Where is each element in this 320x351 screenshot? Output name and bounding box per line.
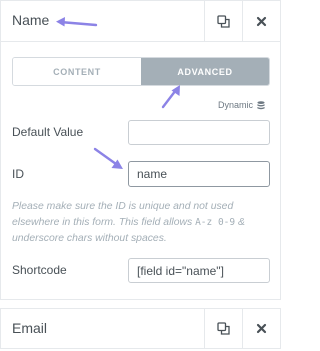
shortcode-label: Shortcode [12,263,67,277]
id-help-text: Please make sure the ID is unique and no… [12,201,245,244]
id-label: ID [12,167,24,181]
tab-content[interactable]: CONTENT [13,58,141,85]
duplicate-icon [217,322,230,335]
field-item-name-header[interactable]: Name [0,0,281,42]
field-item-title: Email [12,320,48,336]
default-value-label: Default Value [12,125,84,139]
dynamic-label: Dynamic [218,100,254,110]
id-input[interactable] [128,161,270,187]
dynamic-tags-button[interactable]: Dynamic [218,100,265,110]
duplicate-icon [217,14,230,28]
field-item-title: Name [12,12,50,28]
duplicate-button[interactable] [204,309,242,348]
field-item-email-header[interactable]: Email [0,308,281,349]
database-icon [257,100,265,109]
remove-button[interactable] [242,1,280,41]
duplicate-button[interactable] [204,1,242,41]
shortcode-input[interactable] [128,258,270,283]
close-icon [256,323,267,334]
tabs: CONTENT ADVANCED [12,57,270,86]
default-value-input[interactable] [128,120,270,145]
remove-button[interactable] [242,309,280,348]
tab-advanced[interactable]: ADVANCED [141,58,269,85]
allowed-chars-code: A-z 0-9 [195,217,236,228]
close-icon [256,16,267,26]
